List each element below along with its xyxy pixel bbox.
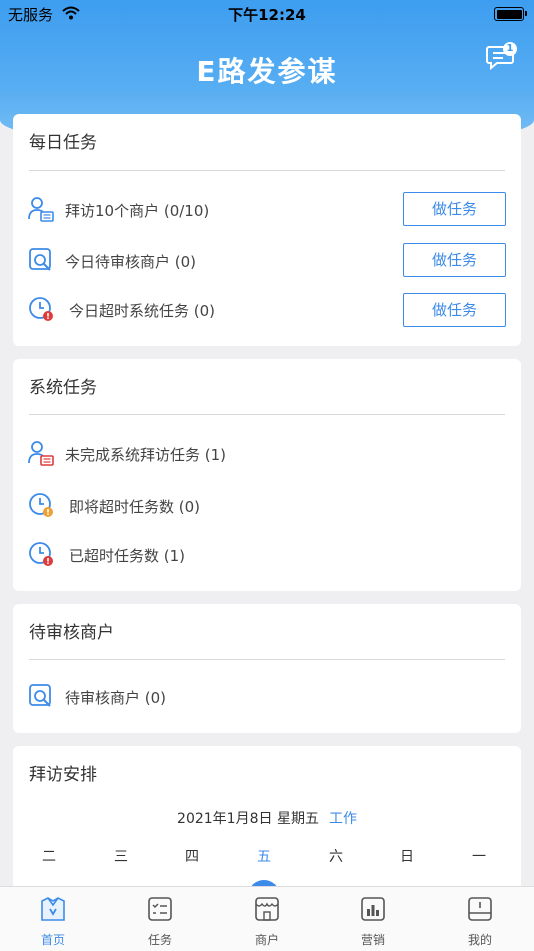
visit-user-icon: [28, 441, 54, 466]
daily-tasks-card: 每日任务 拜访10个商户 (0/10) 做任务 今日待审核商户 (0) 做任务 …: [13, 114, 521, 346]
battery-icon: [494, 7, 527, 21]
status-time: 下午12:24: [228, 6, 306, 24]
tab-profile[interactable]: 我的: [440, 887, 520, 951]
visit-user-icon: [28, 197, 54, 222]
do-task-button[interactable]: 做任务: [403, 293, 506, 327]
review-search-icon: [29, 248, 51, 271]
do-task-button[interactable]: 做任务: [403, 192, 506, 226]
message-badge: 1: [503, 42, 517, 56]
overdue-tasks-today-label: 今日超时系统任务 (0): [69, 302, 216, 320]
tab-marketing[interactable]: 营销: [333, 887, 413, 951]
day-type-label[interactable]: 工作: [329, 811, 357, 827]
weekday-fri[interactable]: 五: [244, 846, 284, 866]
near-overdue-tasks-row[interactable]: 即将超时任务数 (0): [13, 491, 521, 521]
tab-label: 商户: [254, 933, 279, 947]
divider: [29, 414, 505, 415]
weekday-sat[interactable]: 六: [316, 846, 356, 866]
weekday-wed[interactable]: 三: [101, 846, 141, 866]
profile-icon: [468, 897, 492, 921]
tab-bar: 首页 任务 商户 营销 我的: [0, 886, 534, 951]
divider: [29, 659, 505, 660]
pending-review-today-label: 今日待审核商户 (0): [65, 253, 197, 271]
date-label: 2021年1月8日 星期五: [177, 811, 319, 827]
task-list-icon: [148, 897, 172, 921]
schedule-date: 2021年1月8日 星期五 工作: [13, 808, 521, 828]
bar-chart-icon: [361, 897, 385, 921]
near-overdue-tasks-label: 即将超时任务数 (0): [69, 498, 201, 516]
overdue-tasks-label: 已超时任务数 (1): [69, 547, 186, 565]
unfinished-visit-tasks-row[interactable]: 未完成系统拜访任务 (1): [13, 439, 521, 469]
clock-alert-icon: [29, 542, 53, 566]
status-bar: 无服务 下午12:24: [0, 0, 534, 28]
tab-merchants[interactable]: 商户: [227, 887, 307, 951]
messages-button[interactable]: 1: [486, 42, 520, 72]
weekday-mon[interactable]: 一: [459, 846, 499, 866]
tab-label: 营销: [360, 933, 385, 947]
weekday-sun[interactable]: 日: [387, 846, 427, 866]
store-icon: [255, 897, 279, 921]
page-title: E路发参谋: [196, 55, 338, 88]
pending-merchants-card: 待审核商户 待审核商户 (0): [13, 604, 521, 733]
visit-schedule-card: 拜访安排 2021年1月8日 星期五 工作 二 三 四 五 六 日 一: [13, 746, 521, 912]
card-title: 待审核商户: [29, 623, 114, 643]
divider: [29, 170, 505, 171]
card-title: 拜访安排: [29, 765, 97, 785]
pending-merchants-label: 待审核商户 (0): [65, 689, 167, 707]
system-tasks-card: 系统任务 未完成系统拜访任务 (1) 即将超时任务数 (0) 已超时任务数 (1…: [13, 359, 521, 591]
do-task-button[interactable]: 做任务: [403, 243, 506, 277]
clock-alert-icon: [29, 297, 53, 321]
weekday-tue[interactable]: 二: [29, 846, 69, 866]
tab-home[interactable]: 首页: [13, 887, 93, 951]
visit-merchants-label: 拜访10个商户 (0/10): [65, 202, 210, 220]
tab-label: 首页: [40, 933, 65, 947]
pending-merchants-row[interactable]: 待审核商户 (0): [13, 682, 521, 712]
overdue-tasks-row[interactable]: 已超时任务数 (1): [13, 540, 521, 570]
tab-label: 我的: [467, 933, 492, 947]
home-icon: [41, 897, 65, 921]
clock-warning-icon: [29, 493, 53, 517]
tab-label: 任务: [147, 933, 172, 947]
unfinished-visit-tasks-label: 未完成系统拜访任务 (1): [65, 446, 227, 464]
weekday-thu[interactable]: 四: [172, 846, 212, 866]
card-title: 系统任务: [29, 378, 97, 398]
review-search-icon: [29, 684, 51, 707]
card-title: 每日任务: [29, 133, 97, 153]
tab-tasks[interactable]: 任务: [120, 887, 200, 951]
